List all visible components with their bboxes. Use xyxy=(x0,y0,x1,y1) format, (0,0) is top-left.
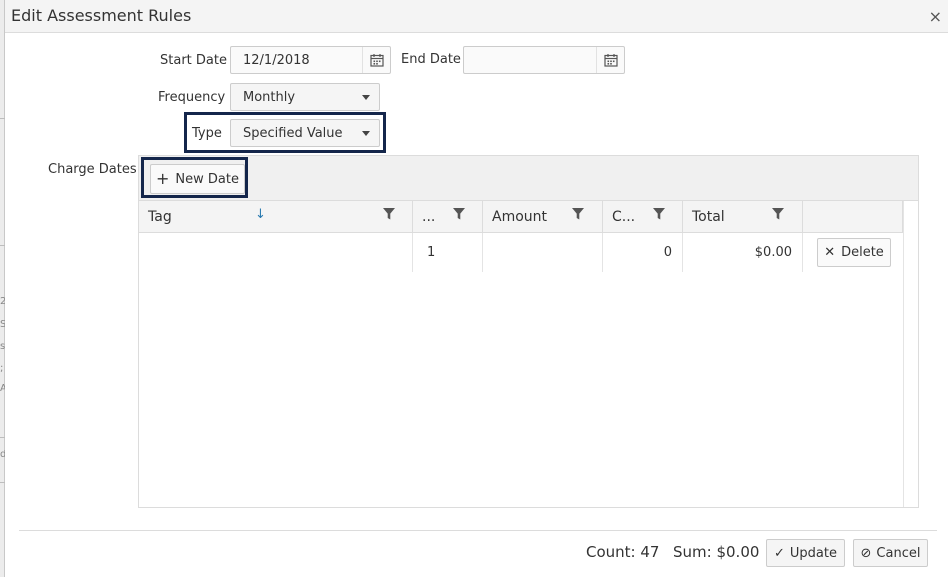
delete-button[interactable]: ✕ Delete xyxy=(817,238,891,267)
calendar-icon[interactable] xyxy=(362,47,390,73)
caret-down-icon xyxy=(362,95,370,100)
background-text: A xyxy=(0,384,5,394)
sort-ascending-icon: ↓ xyxy=(255,207,266,222)
column-header-label: Total xyxy=(692,209,725,225)
vertical-scrollbar[interactable] xyxy=(903,201,918,507)
background-app-edge xyxy=(0,0,5,577)
start-date-value: 12/1/2018 xyxy=(243,53,310,68)
frequency-value: Monthly xyxy=(243,90,296,105)
type-label: Type xyxy=(192,126,222,141)
background-divider xyxy=(0,245,5,246)
update-label: Update xyxy=(789,545,837,561)
column-header-number[interactable]: ... xyxy=(413,201,483,233)
type-value: Specified Value xyxy=(243,126,343,141)
type-dropdown[interactable]: Specified Value xyxy=(230,119,380,147)
start-date-input[interactable]: 12/1/2018 xyxy=(230,46,391,74)
delete-label: Delete xyxy=(841,245,884,260)
charge-dates-grid: + New Date Tag ↓ ... Amount C... Total 1… xyxy=(138,155,919,508)
filter-icon[interactable] xyxy=(772,208,784,220)
column-header-count[interactable]: C... xyxy=(603,201,683,233)
background-text: S xyxy=(0,320,5,330)
dialog-title: Edit Assessment Rules xyxy=(11,6,192,25)
calendar-icon[interactable] xyxy=(596,47,624,73)
column-header-label: C... xyxy=(612,209,636,225)
column-header-label: Amount xyxy=(492,209,548,225)
filter-icon[interactable] xyxy=(383,208,395,220)
cell-amount[interactable] xyxy=(483,233,603,272)
background-text: ; xyxy=(0,364,4,374)
table-row[interactable]: 1 0 $0.00 ✕ Delete xyxy=(139,233,918,272)
dialog-titlebar: Edit Assessment Rules × xyxy=(5,0,948,33)
cell-count[interactable]: 0 xyxy=(603,233,683,272)
frequency-dropdown[interactable]: Monthly xyxy=(230,83,380,111)
cell-tag[interactable] xyxy=(139,233,413,272)
record-sum: Sum: $0.00 xyxy=(673,543,760,561)
background-text: d xyxy=(0,450,5,460)
record-count: Count: 47 xyxy=(586,543,660,561)
cancel-icon: ⊘ xyxy=(860,545,872,561)
charge-dates-label: Charge Dates xyxy=(48,162,137,177)
grid-header: Tag ↓ ... Amount C... Total xyxy=(139,201,918,233)
close-icon[interactable]: × xyxy=(929,7,942,26)
background-divider xyxy=(0,118,5,119)
column-header-label: Tag xyxy=(148,209,172,225)
background-text: s xyxy=(0,342,5,352)
update-button[interactable]: ✓ Update xyxy=(766,539,845,567)
background-text: 2 xyxy=(0,297,5,307)
footer-divider xyxy=(19,530,937,531)
filter-icon[interactable] xyxy=(453,208,465,220)
cell-number[interactable]: 1 xyxy=(413,233,483,272)
cancel-button[interactable]: ⊘ Cancel xyxy=(853,539,928,567)
cancel-label: Cancel xyxy=(876,545,921,561)
start-date-label: Start Date xyxy=(160,53,227,68)
caret-down-icon xyxy=(362,131,370,136)
end-date-label: End Date xyxy=(401,52,461,67)
cell-total[interactable]: $0.00 xyxy=(683,233,803,272)
background-divider xyxy=(0,437,5,438)
filter-icon[interactable] xyxy=(572,208,584,220)
column-header-total[interactable]: Total xyxy=(683,201,803,233)
checkmark-icon: ✓ xyxy=(774,545,785,561)
column-header-actions xyxy=(803,201,903,233)
close-icon: ✕ xyxy=(824,245,836,260)
frequency-label: Frequency xyxy=(158,90,226,105)
new-date-focus-outline xyxy=(141,157,248,198)
column-header-tag[interactable]: Tag ↓ xyxy=(139,201,413,233)
column-header-amount[interactable]: Amount xyxy=(483,201,603,233)
column-header-label: ... xyxy=(422,209,436,225)
filter-icon[interactable] xyxy=(653,208,665,220)
background-divider xyxy=(0,482,5,483)
end-date-input[interactable] xyxy=(463,46,625,74)
grid-toolbar: + New Date xyxy=(139,156,918,201)
